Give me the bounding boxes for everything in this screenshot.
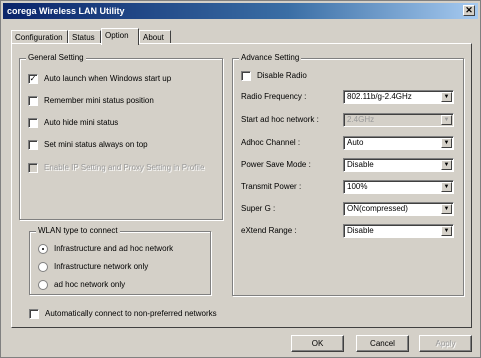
radio-frequency-select[interactable]: 802.11b/g-2.4GHz ▼: [343, 90, 454, 104]
remember-position-checkbox[interactable]: Remember mini status position: [28, 95, 154, 107]
start-adhoc-label: Start ad hoc network :: [241, 115, 319, 124]
radio-infra-adhoc[interactable]: Infrastructure and ad hoc network: [38, 243, 173, 255]
enable-ip-proxy-checkbox: Enable IP Setting and Proxy Setting in P…: [28, 162, 204, 174]
adhoc-channel-label: Adhoc Channel :: [241, 138, 301, 147]
chevron-down-icon: ▼: [441, 115, 452, 125]
tab-about[interactable]: About: [139, 30, 171, 44]
checkbox-checked-icon: ✓: [28, 73, 38, 84]
window-title: corega Wireless LAN Utility: [7, 6, 125, 16]
radio-adhoc-only[interactable]: ad hoc network only: [38, 279, 125, 291]
start-adhoc-select: 2.4GHz ▼: [343, 113, 454, 127]
general-setting-title: General Setting: [26, 53, 86, 63]
always-on-top-checkbox[interactable]: Set mini status always on top: [28, 139, 148, 151]
transmit-power-label: Transmit Power :: [241, 182, 302, 191]
checkbox-icon: [28, 162, 38, 173]
checkbox-icon: [241, 70, 251, 81]
chevron-down-icon: ▼: [441, 160, 452, 170]
adhoc-channel-select[interactable]: Auto ▼: [343, 136, 454, 150]
chevron-down-icon: ▼: [441, 138, 452, 148]
app-window: corega Wireless LAN Utility ✕ Configurat…: [0, 0, 481, 358]
radio-selected-icon: [38, 243, 48, 254]
title-bar: corega Wireless LAN Utility ✕: [3, 3, 478, 19]
auto-launch-checkbox[interactable]: ✓ Auto launch when Windows start up: [28, 73, 171, 85]
disable-radio-checkbox[interactable]: Disable Radio: [241, 70, 307, 82]
power-save-select[interactable]: Disable ▼: [343, 158, 454, 172]
checkbox-icon: [28, 139, 38, 150]
radio-infra-only[interactable]: Infrastructure network only: [38, 261, 148, 273]
apply-button: Apply: [419, 335, 472, 352]
close-icon: ✕: [465, 5, 473, 15]
radio-frequency-label: Radio Frequency :: [241, 92, 307, 101]
wlan-type-group: WLAN type to connect Infrastructure and …: [29, 226, 211, 295]
cancel-button[interactable]: Cancel: [356, 335, 409, 352]
extend-range-select[interactable]: Disable ▼: [343, 224, 454, 238]
chevron-down-icon: ▼: [441, 204, 452, 214]
transmit-power-select[interactable]: 100% ▼: [343, 180, 454, 194]
chevron-down-icon: ▼: [441, 92, 452, 102]
radio-icon: [38, 261, 48, 272]
chevron-down-icon: ▼: [441, 226, 452, 236]
general-setting-group: General Setting ✓ Auto launch when Window…: [19, 53, 223, 220]
checkbox-icon: [29, 308, 39, 319]
option-panel: General Setting ✓ Auto launch when Window…: [11, 43, 472, 328]
radio-icon: [38, 279, 48, 290]
super-g-label: Super G :: [241, 204, 276, 213]
checkbox-icon: [28, 117, 38, 128]
chevron-down-icon: ▼: [441, 182, 452, 192]
auto-hide-checkbox[interactable]: Auto hide mini status: [28, 117, 118, 129]
wlan-type-title: WLAN type to connect: [36, 226, 120, 236]
auto-connect-checkbox[interactable]: Automatically connect to non-preferred n…: [29, 308, 217, 320]
tab-status[interactable]: Status: [68, 30, 101, 44]
close-button[interactable]: ✕: [463, 5, 475, 16]
advance-setting-group: Advance Setting Disable Radio Radio Freq…: [232, 53, 464, 296]
advance-setting-title: Advance Setting: [239, 53, 302, 63]
checkbox-icon: [28, 95, 38, 106]
power-save-label: Power Save Mode :: [241, 160, 311, 169]
extend-range-label: eXtend Range :: [241, 226, 297, 235]
ok-button[interactable]: OK: [291, 335, 344, 352]
super-g-select[interactable]: ON(compressed) ▼: [343, 202, 454, 216]
tab-configuration[interactable]: Configuration: [11, 30, 68, 44]
tab-option[interactable]: Option: [101, 28, 139, 45]
